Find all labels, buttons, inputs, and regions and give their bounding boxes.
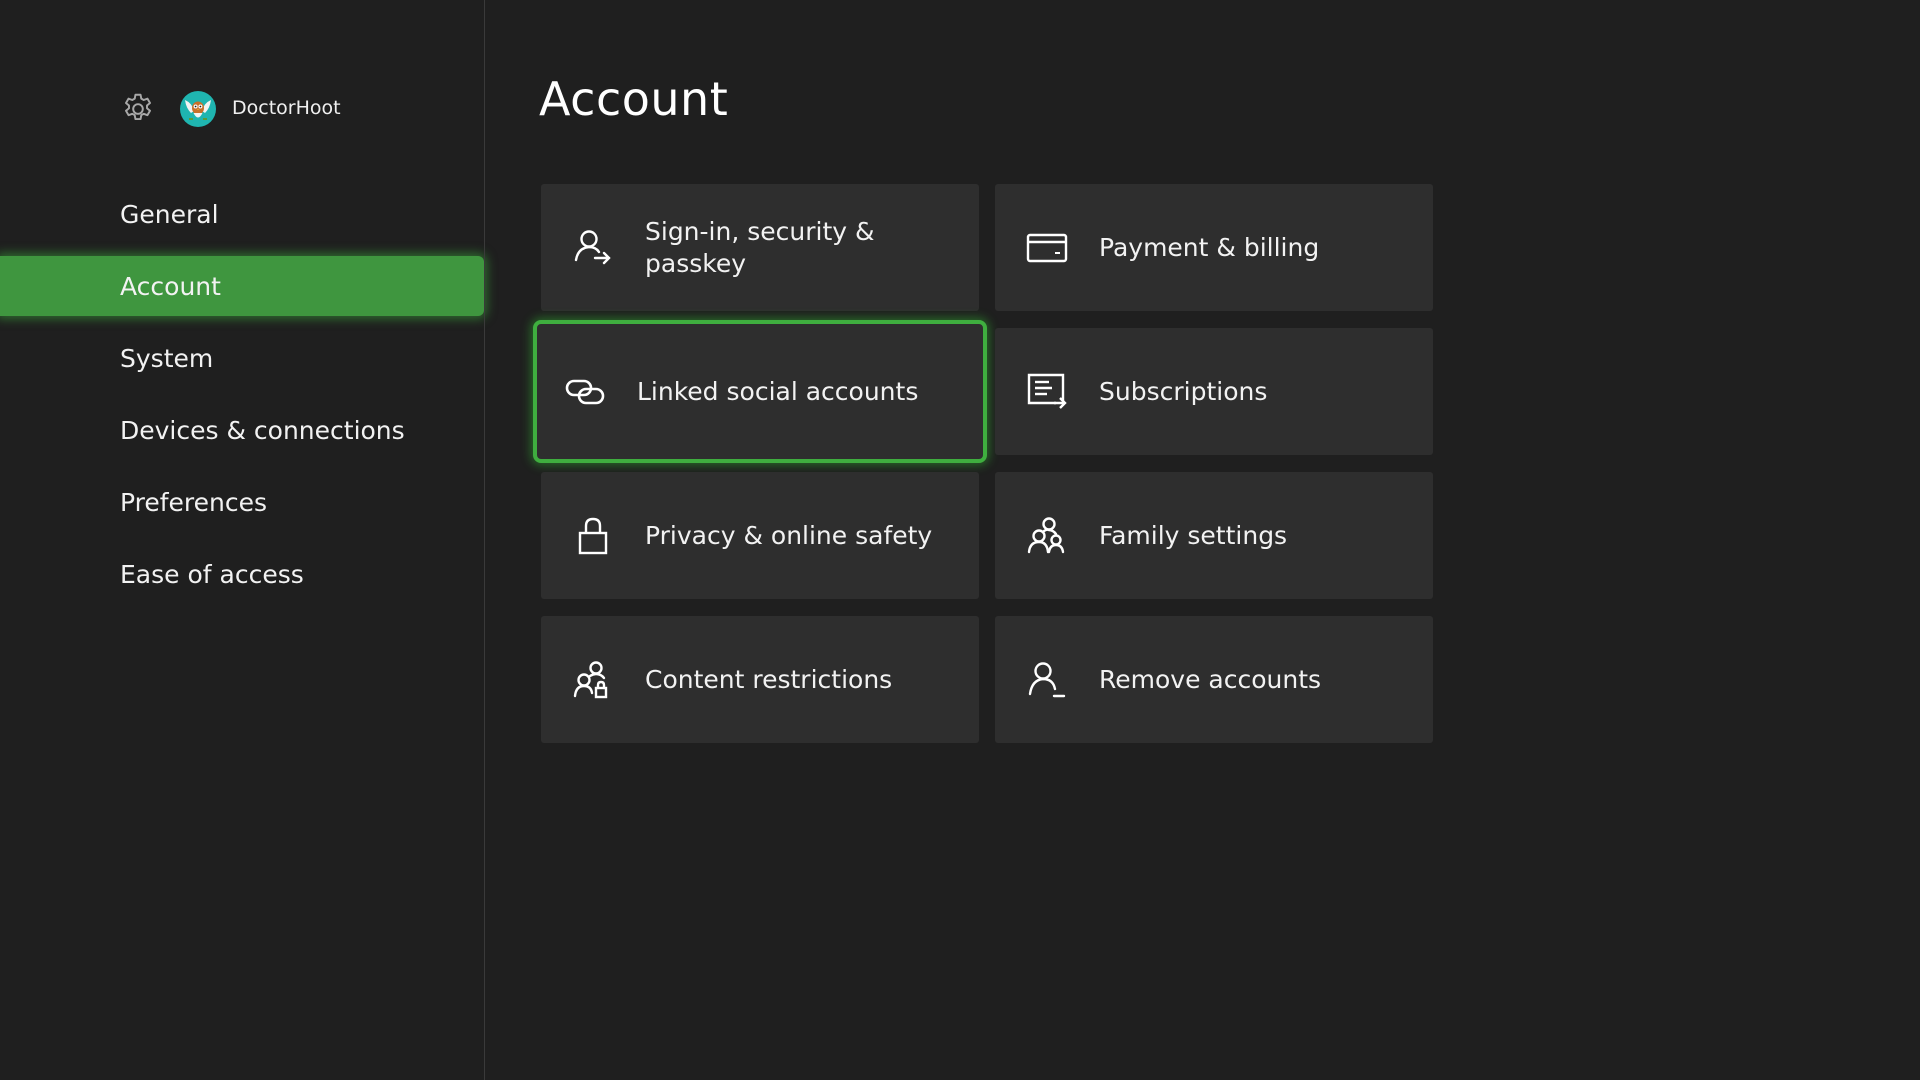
avatar[interactable] <box>180 91 216 127</box>
subscription-list-icon <box>1023 368 1071 416</box>
tile-label: Payment & billing <box>1099 232 1320 262</box>
tile-subscriptions[interactable]: Subscriptions <box>995 328 1433 455</box>
sidebar-item-label: Account <box>120 271 221 301</box>
gear-icon[interactable] <box>119 90 157 128</box>
sidebar-item-label: Preferences <box>120 487 268 517</box>
person-arrow-icon <box>569 224 617 272</box>
tile-label: Linked social accounts <box>637 376 919 406</box>
people-lock-icon <box>569 656 617 704</box>
page-title: Account <box>539 72 729 126</box>
tile-privacy-online-safety[interactable]: Privacy & online safety <box>541 472 979 599</box>
person-remove-icon <box>1023 656 1071 704</box>
family-icon <box>1023 512 1071 560</box>
tile-label: Content restrictions <box>645 664 893 694</box>
tile-label: Family settings <box>1099 520 1288 550</box>
tile-family-settings[interactable]: Family settings <box>995 472 1433 599</box>
link-icon <box>561 368 609 416</box>
sidebar-item-devices-connections[interactable]: Devices & connections <box>0 400 484 460</box>
lock-icon <box>569 512 617 560</box>
sidebar-item-system[interactable]: System <box>0 328 484 388</box>
tile-payment-billing[interactable]: Payment & billing <box>995 184 1433 311</box>
sidebar-divider <box>484 0 485 1080</box>
tile-label: Remove accounts <box>1099 664 1322 694</box>
tile-sign-in-security[interactable]: Sign-in, security & passkey <box>541 184 979 311</box>
tile-content-restrictions[interactable]: Content restrictions <box>541 616 979 743</box>
tile-linked-social-accounts[interactable]: Linked social accounts <box>533 320 987 463</box>
sidebar-item-preferences[interactable]: Preferences <box>0 472 484 532</box>
sidebar-item-account[interactable]: Account <box>0 256 484 316</box>
sidebar: DoctorHoot General Account System Device… <box>0 0 484 1080</box>
tile-remove-accounts[interactable]: Remove accounts <box>995 616 1433 743</box>
sidebar-item-label: System <box>120 343 214 373</box>
sidebar-item-general[interactable]: General <box>0 184 484 244</box>
sidebar-item-ease-of-access[interactable]: Ease of access <box>0 544 484 604</box>
credit-card-icon <box>1023 224 1071 272</box>
tile-label: Privacy & online safety <box>645 520 933 550</box>
tile-label: Sign-in, security & passkey <box>645 216 875 278</box>
profile-header: DoctorHoot <box>119 89 341 129</box>
username: DoctorHoot <box>232 97 341 119</box>
sidebar-item-label: Devices & connections <box>120 415 405 445</box>
sidebar-nav: General Account System Devices & connect… <box>0 184 484 616</box>
sidebar-item-label: General <box>120 199 219 229</box>
sidebar-item-label: Ease of access <box>120 559 304 589</box>
tile-label: Subscriptions <box>1099 376 1268 406</box>
